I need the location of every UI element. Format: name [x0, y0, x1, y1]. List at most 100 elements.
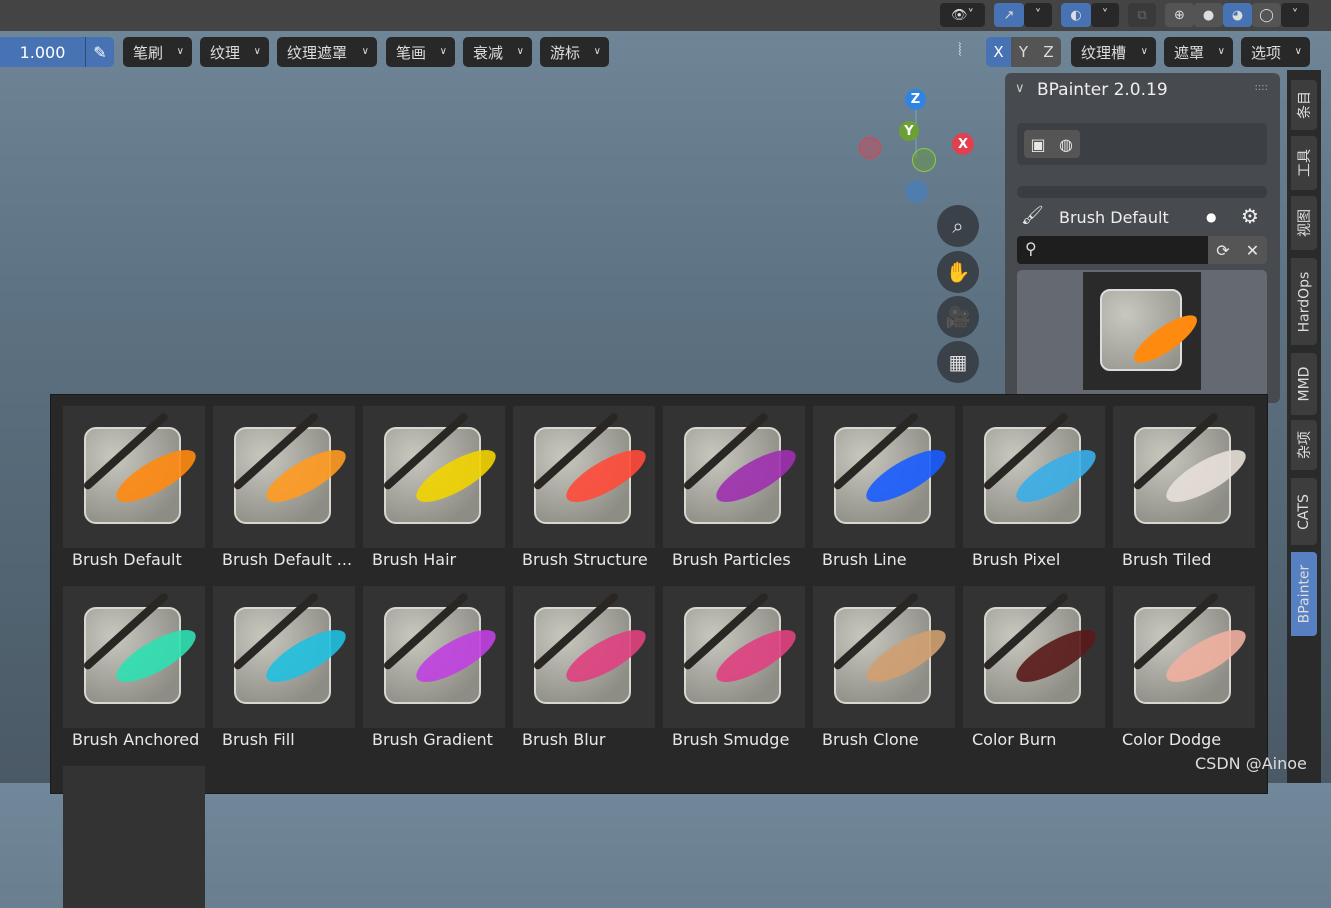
menu-texture[interactable]: 纹理 ∨ [200, 37, 269, 67]
menu-stroke[interactable]: 笔画 ∨ [386, 37, 455, 67]
gizmo-y[interactable]: Y [899, 121, 919, 141]
hand-icon: ✋ [945, 260, 971, 284]
brush-label[interactable]: Brush Particles [672, 550, 791, 569]
shading-material[interactable]: ◕ [1223, 3, 1252, 27]
visibility-dropdown[interactable]: 👁˅ [940, 3, 985, 27]
brush-label[interactable]: Brush Line [822, 550, 907, 569]
brush-label[interactable]: Brush Smudge [672, 730, 789, 749]
frame-button[interactable]: ▣ [1024, 130, 1052, 158]
brush-tile[interactable] [213, 586, 355, 728]
camera-button[interactable]: 🎥 [937, 296, 979, 338]
menu-label: 纹理槽 [1081, 43, 1127, 62]
brush-label[interactable]: Color Burn [972, 730, 1056, 749]
tab-mmd[interactable]: MMD [1291, 353, 1317, 415]
brush-tile[interactable] [1113, 406, 1255, 548]
tab-tool[interactable]: 工具 [1291, 136, 1317, 190]
collapse-chevron-icon[interactable]: ∨ [1015, 81, 1025, 96]
tab-label: HardOps [1296, 271, 1313, 332]
menu-label: 纹理 [210, 43, 241, 62]
rendered-sphere-icon: ◯ [1259, 7, 1274, 23]
sphere-button[interactable]: ◍ [1052, 130, 1080, 158]
overlay-toggle[interactable]: ◐ [1061, 3, 1091, 27]
menu-texture-mask[interactable]: 纹理遮罩 ∨ [277, 37, 377, 67]
menu-options[interactable]: 选项 ∨ [1241, 37, 1310, 67]
brush-label[interactable]: Brush Structure [522, 550, 648, 569]
brush-tile[interactable] [213, 406, 355, 548]
xray-toggle[interactable]: ⧉ [1128, 3, 1156, 27]
brush-label[interactable]: Brush Default ... [222, 550, 352, 569]
gizmo-dropdown[interactable]: ˅ [1024, 3, 1052, 27]
brush-tile[interactable] [813, 586, 955, 728]
brush-tile[interactable] [63, 766, 205, 908]
menu-brush[interactable]: 笔刷 ∨ [123, 37, 192, 67]
brush-tile[interactable] [963, 406, 1105, 548]
zoom-button[interactable]: ⌕ [937, 205, 979, 247]
tab-view[interactable]: 视图 [1291, 196, 1317, 250]
tab-hardops[interactable]: HardOps [1291, 258, 1317, 345]
menu-mask[interactable]: 遮罩 ∨ [1164, 37, 1233, 67]
gizmo-toggle[interactable]: ↗ [994, 3, 1024, 27]
clear-button[interactable]: ✕ [1238, 236, 1267, 264]
strength-field[interactable]: 1.000 [0, 37, 85, 67]
pressure-toggle[interactable]: ✎ [85, 37, 114, 67]
gizmo-neg-y[interactable] [912, 148, 936, 172]
tab-label: 条目 [1297, 91, 1313, 119]
pan-button[interactable]: ✋ [937, 251, 979, 293]
tab-label: MMD [1296, 366, 1313, 402]
brush-label[interactable]: Brush Hair [372, 550, 456, 569]
mirror-z[interactable]: Z [1036, 37, 1061, 67]
brush-label[interactable]: Brush Pixel [972, 550, 1060, 569]
chevron-down-icon: ∨ [1140, 46, 1148, 57]
brush-tile[interactable] [63, 586, 205, 728]
brush-tile[interactable] [363, 406, 505, 548]
shading-wireframe[interactable]: ⊕ [1165, 3, 1194, 27]
shading-solid[interactable]: ● [1194, 3, 1223, 27]
brush-label[interactable]: Brush Clone [822, 730, 919, 749]
refresh-button[interactable]: ⟳ [1208, 236, 1238, 264]
mirror-y[interactable]: Y [1011, 37, 1036, 67]
chevron-down-icon: ∨ [1294, 46, 1302, 57]
overlay-icon: ◐ [1070, 7, 1082, 23]
chevron-down-icon: ∨ [1217, 46, 1225, 57]
frame-select-icon: ▣ [1030, 134, 1046, 154]
brush-label[interactable]: Brush Default [72, 550, 182, 569]
brush-tile[interactable] [663, 406, 805, 548]
brush-preview[interactable] [1083, 272, 1204, 390]
search-input[interactable]: ⚲ [1017, 236, 1208, 264]
brush-label[interactable]: Brush Gradient [372, 730, 493, 749]
gizmo-x[interactable]: X [952, 133, 974, 155]
gizmo-neg-x[interactable] [859, 137, 881, 159]
gizmo-z[interactable]: Z [905, 89, 926, 110]
brush-label[interactable]: Color Dodge [1122, 730, 1221, 749]
gizmo-icon: ↗ [1003, 7, 1015, 23]
tab-cats[interactable]: CATS [1291, 478, 1317, 545]
brush-tile[interactable] [813, 406, 955, 548]
tab-misc[interactable]: 杂项 [1291, 420, 1317, 470]
tab-item[interactable]: 条目 [1291, 80, 1317, 130]
brush-tile[interactable] [513, 586, 655, 728]
perspective-button[interactable]: ▦ [937, 341, 979, 383]
menu-texture-slots[interactable]: 纹理槽 ∨ [1071, 37, 1156, 67]
brush-tile[interactable] [363, 586, 505, 728]
gear-icon[interactable]: ⚙ [1241, 204, 1259, 228]
menu-falloff[interactable]: 衰减 ∨ [463, 37, 532, 67]
overlay-dropdown[interactable]: ˅ [1091, 3, 1119, 27]
top-header-bar: 👁˅ ↗ ˅ ◐ ˅ ⧉ ⊕ ● ◕ ◯ ˅ [0, 0, 1331, 31]
gizmo-neg-z[interactable] [905, 180, 928, 203]
shading-rendered[interactable]: ◯ [1252, 3, 1281, 27]
tab-bpainter[interactable]: BPainter [1291, 552, 1317, 636]
menu-label: 遮罩 [1174, 43, 1205, 62]
brush-tile[interactable] [63, 406, 205, 548]
shading-dropdown[interactable]: ˅ [1281, 3, 1309, 27]
brush-tile[interactable] [1113, 586, 1255, 728]
mirror-x[interactable]: X [986, 37, 1011, 67]
menu-cursor[interactable]: 游标 ∨ [540, 37, 609, 67]
brush-tile[interactable] [963, 586, 1105, 728]
brush-tile[interactable] [663, 586, 805, 728]
brush-label[interactable]: Brush Fill [222, 730, 295, 749]
brush-tile[interactable] [513, 406, 655, 548]
drag-handle-icon[interactable]: :::: [1255, 82, 1268, 93]
brush-label[interactable]: Brush Anchored [72, 730, 199, 749]
brush-label[interactable]: Brush Tiled [1122, 550, 1211, 569]
brush-label[interactable]: Brush Blur [522, 730, 605, 749]
